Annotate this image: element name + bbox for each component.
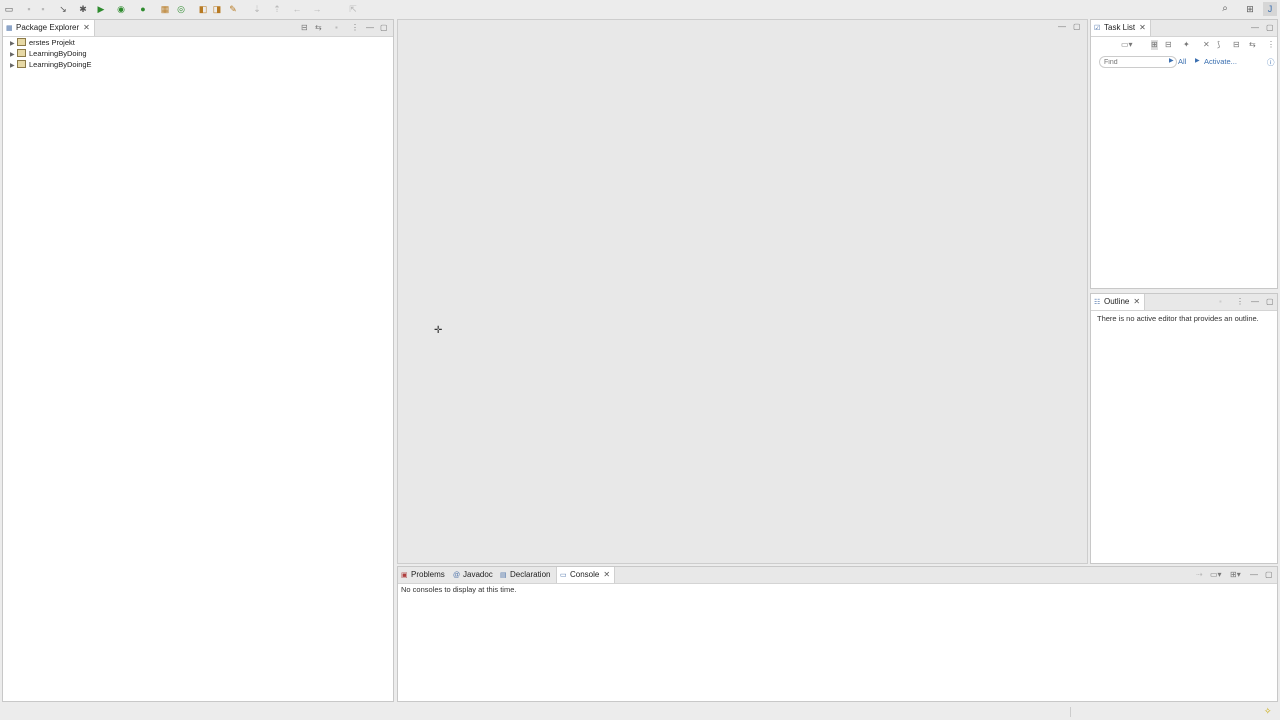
package-icon: ▦ [6, 25, 13, 32]
console-panel: ▣ Problems @ Javadoc ▤ Declaration ▭ Console… [397, 566, 1278, 702]
project-folder-icon [17, 38, 26, 46]
outline-tabbar: ☷ Outline ✕ ▪ ⋮ — ▢ [1091, 294, 1277, 311]
maximize-icon[interactable]: ▢ [1266, 297, 1274, 307]
tip-lightbulb-icon[interactable]: ✧ [1264, 706, 1272, 717]
tab-javadoc[interactable]: @ Javadoc [450, 567, 497, 583]
tree-item-project[interactable]: ▶ LearningByDoing [10, 48, 87, 59]
save-all-icon[interactable]: ▪ [38, 4, 48, 14]
mouse-cursor-icon: ✛ [434, 325, 443, 336]
editor-maximize-icon[interactable]: ▢ [1073, 22, 1081, 32]
skip-breakpoints-icon[interactable]: ↘ [58, 4, 68, 14]
declaration-icon: ▤ [500, 572, 507, 579]
debug-icon[interactable]: ✱ [78, 4, 88, 14]
tab-outline[interactable]: ☷ Outline ✕ [1091, 294, 1146, 310]
minimize-icon[interactable]: — [1251, 297, 1259, 307]
task-list-tabbar: ☑ Task List ✕ — ▢ [1091, 20, 1277, 37]
display-console-icon[interactable]: ▭▾ [1210, 570, 1222, 580]
minimize-icon[interactable]: — [1250, 570, 1258, 580]
maximize-icon[interactable]: ▢ [1266, 23, 1274, 33]
package-explorer-tabbar: ▦ Package Explorer ✕ ⊟ ⇆ ▪ ⋮ — ▢ [3, 20, 393, 37]
package-explorer-panel: ▦ Package Explorer ✕ ⊟ ⇆ ▪ ⋮ — ▢ ▶ erstes P… [2, 19, 394, 702]
new-java-project-icon[interactable]: ▦ [160, 4, 170, 14]
pin-console-icon[interactable]: ⇢ [1196, 570, 1203, 580]
console-icon: ▭ [560, 572, 567, 579]
tab-declaration[interactable]: ▤ Declaration [497, 567, 554, 583]
all-arrow-icon: ▶ [1169, 58, 1174, 64]
view-menu-icon[interactable]: ⋮ [1267, 40, 1275, 50]
collapse-all-icon[interactable]: ⊟ [301, 23, 308, 33]
sort-icon[interactable]: ▪ [1219, 297, 1222, 307]
outline-message: There is no active editor that provides … [1097, 314, 1259, 323]
activate-link[interactable]: Activate... [1204, 57, 1237, 66]
main-toolbar: ▭ ▪ ▪ ↘ ✱ ▶ ◉ ● ▦ ◎ ◧ ◨ ✎ ⇣ ⇡ ← → ⇱ ⌕ ⊞ … [0, 0, 1280, 18]
close-icon[interactable]: ✕ [1139, 20, 1146, 36]
status-bar: ✧ [0, 704, 1280, 720]
run-external-icon[interactable]: ● [138, 4, 148, 14]
tab-package-explorer[interactable]: ▦ Package Explorer ✕ [3, 20, 95, 36]
new-task-icon[interactable]: ▭▾ [1121, 40, 1133, 50]
status-divider [1070, 707, 1071, 717]
editor-minimize-icon[interactable]: — [1058, 22, 1066, 32]
focus-icon[interactable]: ▪ [335, 23, 338, 33]
tab-task-list[interactable]: ☑ Task List ✕ [1091, 20, 1151, 36]
maximize-icon[interactable]: ▢ [380, 23, 388, 33]
forward-icon[interactable]: → [312, 4, 322, 14]
expand-arrow-icon[interactable]: ▶ [10, 61, 17, 72]
coverage-icon[interactable]: ◉ [116, 4, 126, 14]
search-icon[interactable]: ⌕ [1220, 4, 1230, 14]
minimize-icon[interactable]: — [1251, 23, 1259, 33]
close-icon[interactable]: ✕ [1133, 294, 1140, 310]
scheduled-icon[interactable]: ⊟ [1165, 40, 1172, 50]
open-type-icon[interactable]: ◧ [198, 4, 208, 14]
tree-item-project[interactable]: ▶ LearningByDoingE [10, 59, 92, 70]
prev-annotation-icon[interactable]: ⇡ [272, 4, 282, 14]
open-console-icon[interactable]: ⊞▾ [1230, 570, 1241, 580]
run-icon[interactable]: ▶ [96, 4, 106, 14]
java-perspective-icon[interactable]: J [1263, 2, 1277, 16]
new-file-icon[interactable]: ▭ [4, 4, 14, 14]
console-tabbar: ▣ Problems @ Javadoc ▤ Declaration ▭ Console… [398, 567, 1277, 584]
close-icon[interactable]: ✕ [603, 567, 610, 583]
focus-workweek-icon[interactable]: ⟆ [1217, 40, 1220, 50]
console-message: No consoles to display at this time. [401, 585, 517, 594]
tab-console[interactable]: ▭ Console ✕ [556, 567, 616, 583]
open-task-icon[interactable]: ◨ [212, 4, 222, 14]
activate-arrow-icon: ▶ [1195, 58, 1200, 64]
minimize-icon[interactable]: — [366, 23, 374, 33]
categorized-icon[interactable]: ⊞ [1151, 40, 1158, 50]
project-folder-icon [17, 49, 26, 57]
view-menu-icon[interactable]: ⋮ [1236, 297, 1244, 307]
help-icon[interactable]: ⓘ [1267, 57, 1275, 68]
search-tool-icon[interactable]: ✎ [228, 4, 238, 14]
new-class-icon[interactable]: ◎ [176, 4, 186, 14]
synchronize-icon[interactable]: ✦ [1183, 40, 1190, 50]
task-list-panel: ☑Task List✕ — ▢ ▭▾ ⊞ ⊟ ✦ ✕ ⟆ ⊟ ⇆ ⋮ ▶ All… [1090, 19, 1278, 289]
tree-item-project[interactable]: ▶ erstes Projekt [10, 37, 75, 48]
outline-panel: ☷ Outline ✕ ▪ ⋮ — ▢ There is no active edi… [1090, 293, 1278, 564]
maximize-icon[interactable]: ▢ [1265, 570, 1273, 580]
next-annotation-icon[interactable]: ⇣ [252, 4, 262, 14]
task-icon: ☑ [1094, 25, 1101, 32]
perspective-icon[interactable]: ⊞ [1245, 4, 1255, 14]
view-menu-icon[interactable]: ⋮ [351, 23, 359, 33]
editor-area[interactable]: — ▢ ✛ [397, 19, 1088, 564]
javadoc-icon: @ [453, 572, 461, 579]
all-link[interactable]: All [1178, 57, 1186, 66]
task-find-input[interactable] [1099, 56, 1177, 68]
pin-editor-icon[interactable]: ⇱ [348, 4, 358, 14]
problems-icon: ▣ [401, 572, 408, 579]
link-editor-icon[interactable]: ⇆ [315, 23, 322, 33]
save-icon[interactable]: ▪ [24, 4, 34, 14]
collapse-all-icon[interactable]: ⊟ [1233, 40, 1240, 50]
close-icon[interactable]: ✕ [83, 20, 90, 36]
outline-icon: ☷ [1094, 299, 1101, 306]
link-icon[interactable]: ⇆ [1249, 40, 1256, 50]
project-folder-icon [17, 60, 26, 68]
task-list-toolbar: ▭▾ ⊞ ⊟ ✦ ✕ ⟆ ⊟ ⇆ ⋮ [1121, 40, 1280, 52]
back-icon[interactable]: ← [292, 4, 302, 14]
hide-completed-icon[interactable]: ✕ [1203, 40, 1210, 50]
tab-problems[interactable]: ▣ Problems [398, 567, 449, 583]
